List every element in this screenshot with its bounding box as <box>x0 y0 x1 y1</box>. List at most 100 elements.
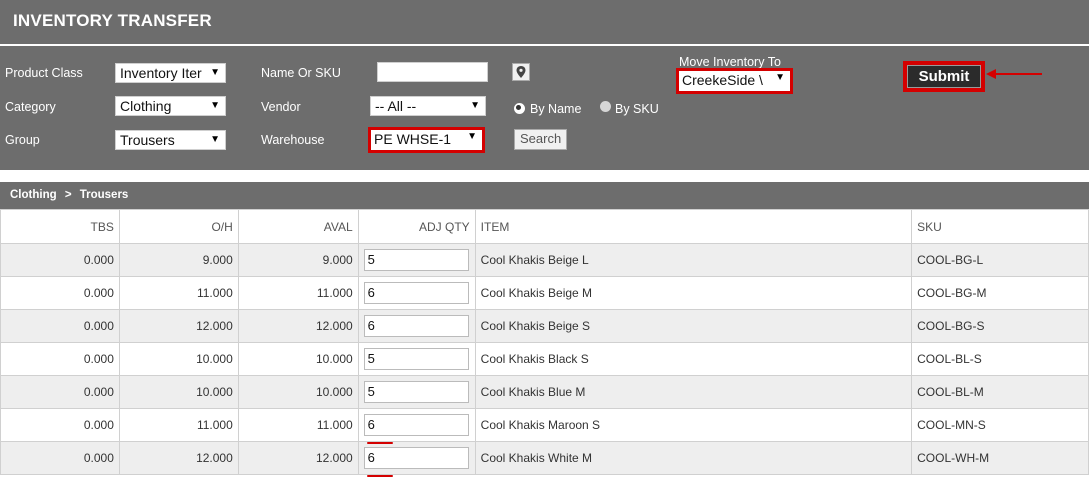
by-name-label: By Name <box>530 102 582 116</box>
table-row: 0.000 9.000 9.000 5 Cool Khakis Beige L … <box>0 243 1089 277</box>
oh-cell: 10.000 <box>118 342 239 376</box>
oh-cell: 11.000 <box>118 408 239 442</box>
vendor-label: Vendor <box>261 100 301 114</box>
item-cell: Cool Khakis Black S <box>474 342 913 376</box>
tbs-cell: 0.000 <box>0 276 120 310</box>
sku-cell: COOL-WH-M <box>911 441 1089 475</box>
adj-qty-input[interactable]: 6 <box>363 414 469 444</box>
by-sku-label: By SKU <box>615 102 659 116</box>
tbs-cell: 0.000 <box>0 342 120 376</box>
table-row: 0.000 12.000 12.000 6 Cool Khakis Beige … <box>0 309 1089 343</box>
oh-cell: 11.000 <box>118 276 239 310</box>
sku-cell: COOL-BL-S <box>911 342 1089 376</box>
tbs-cell: 0.000 <box>0 408 120 442</box>
chevron-down-icon: ▼ <box>210 134 220 145</box>
adj-qty-cell: 6 <box>357 441 476 477</box>
move-inventory-to-select[interactable]: CreekeSide \ ▼ <box>676 68 793 94</box>
column-header-oh[interactable]: O/H <box>118 209 239 244</box>
product-class-value: Inventory Iter <box>120 65 202 81</box>
aval-cell: 11.000 <box>237 276 359 310</box>
name-or-sku-label: Name Or SKU <box>261 66 341 80</box>
adj-qty-value: 6 <box>367 450 375 465</box>
adj-qty-input[interactable]: 5 <box>363 348 469 370</box>
group-label: Group <box>5 133 40 147</box>
column-header-aval[interactable]: AVAL <box>237 209 359 244</box>
chevron-down-icon: ▼ <box>210 67 220 78</box>
sku-cell: COOL-BG-S <box>911 309 1089 343</box>
adj-qty-cell: 6 <box>357 276 476 310</box>
adj-qty-cell: 5 <box>357 243 476 277</box>
sku-cell: COOL-MN-S <box>911 408 1089 442</box>
column-header-item[interactable]: ITEM <box>474 209 913 244</box>
item-cell: Cool Khakis Beige M <box>474 276 913 310</box>
adj-qty-cell: 5 <box>357 375 476 409</box>
category-select[interactable]: Clothing ▼ <box>115 96 226 116</box>
oh-cell: 12.000 <box>118 309 239 343</box>
title-bar: INVENTORY TRANSFER <box>0 0 1089 44</box>
aval-cell: 12.000 <box>237 441 359 475</box>
adj-qty-input[interactable]: 6 <box>363 282 469 304</box>
table-row: 0.000 11.000 11.000 6 Cool Khakis Maroon… <box>0 408 1089 444</box>
by-sku-radio[interactable] <box>600 101 611 112</box>
group-select[interactable]: Trousers ▼ <box>115 130 226 150</box>
name-or-sku-input[interactable] <box>377 62 488 82</box>
item-cell: Cool Khakis White M <box>474 441 913 475</box>
table-row: 0.000 11.000 11.000 6 Cool Khakis Beige … <box>0 276 1089 310</box>
page-title: INVENTORY TRANSFER <box>13 11 212 30</box>
by-name-radio[interactable] <box>514 103 525 114</box>
table-row: 0.000 10.000 10.000 5 Cool Khakis Blue M… <box>0 375 1089 409</box>
table-header-row: TBS O/H AVAL ADJ QTY ITEM SKU <box>0 209 1089 244</box>
sku-cell: COOL-BG-L <box>911 243 1089 277</box>
item-cell: Cool Khakis Maroon S <box>474 408 913 442</box>
tbs-cell: 0.000 <box>0 243 120 277</box>
adj-qty-input[interactable]: 5 <box>363 249 469 271</box>
submit-highlight: Submit <box>903 61 985 92</box>
column-header-adj-qty[interactable]: ADJ QTY <box>357 209 476 244</box>
vendor-select[interactable]: -- All -- ▼ <box>370 96 486 116</box>
breadcrumb: Clothing > Trousers <box>0 182 1089 209</box>
tbs-cell: 0.000 <box>0 441 120 475</box>
product-class-select[interactable]: Inventory Iter ▼ <box>115 63 226 83</box>
adj-qty-cell: 5 <box>357 342 476 376</box>
column-header-tbs[interactable]: TBS <box>0 209 120 244</box>
submit-button[interactable]: Submit <box>907 65 981 88</box>
map-pin-icon <box>516 66 526 78</box>
search-button[interactable]: Search <box>514 129 568 150</box>
warehouse-select[interactable]: PE WHSE-1 ▼ <box>368 127 485 153</box>
aval-cell: 11.000 <box>237 408 359 442</box>
tbs-cell: 0.000 <box>0 375 120 409</box>
breadcrumb-separator: > <box>64 189 72 201</box>
adj-qty-value: 6 <box>367 417 375 432</box>
column-header-sku[interactable]: SKU <box>911 209 1089 244</box>
sku-cell: COOL-BL-M <box>911 375 1089 409</box>
chevron-down-icon: ▼ <box>775 72 785 83</box>
vendor-value: -- All -- <box>375 98 417 114</box>
product-class-label: Product Class <box>5 66 83 80</box>
aval-cell: 10.000 <box>237 342 359 376</box>
chevron-down-icon: ▼ <box>210 100 220 111</box>
breadcrumb-group[interactable]: Trousers <box>80 189 129 201</box>
chevron-down-icon: ▼ <box>470 100 480 111</box>
adj-qty-cell: 6 <box>357 309 476 343</box>
red-arrow-icon <box>986 69 1042 79</box>
item-cell: Cool Khakis Beige L <box>474 243 913 277</box>
breadcrumb-category[interactable]: Clothing <box>10 189 57 201</box>
sku-cell: COOL-BG-M <box>911 276 1089 310</box>
move-inventory-to-value: CreekeSide \ <box>682 72 763 88</box>
warehouse-label: Warehouse <box>261 133 325 147</box>
warehouse-value: PE WHSE-1 <box>374 131 452 147</box>
inventory-table: TBS O/H AVAL ADJ QTY ITEM SKU 0.000 9.00… <box>0 209 1089 477</box>
location-button[interactable] <box>512 63 530 81</box>
table-row: 0.000 12.000 12.000 6 Cool Khakis White … <box>0 441 1089 477</box>
chevron-down-icon: ▼ <box>467 131 477 142</box>
move-inventory-to-label: Move Inventory To <box>679 55 781 69</box>
category-label: Category <box>5 100 56 114</box>
group-value: Trousers <box>120 132 175 148</box>
oh-cell: 12.000 <box>118 441 239 475</box>
adj-qty-input[interactable]: 5 <box>363 381 469 403</box>
aval-cell: 12.000 <box>237 309 359 343</box>
adj-qty-input[interactable]: 6 <box>363 315 469 337</box>
aval-cell: 9.000 <box>237 243 359 277</box>
item-cell: Cool Khakis Beige S <box>474 309 913 343</box>
adj-qty-input[interactable]: 6 <box>363 447 469 477</box>
